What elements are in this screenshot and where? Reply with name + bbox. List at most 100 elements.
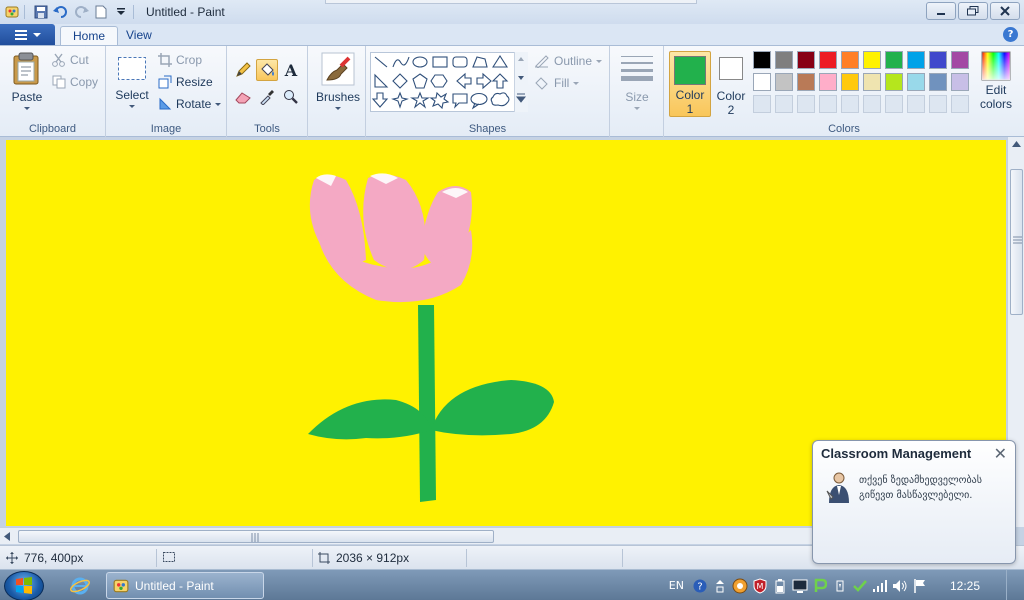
brush-icon <box>321 52 355 86</box>
resize-label: Resize <box>176 75 213 89</box>
color-picker-tool[interactable] <box>256 86 278 108</box>
color2-label: Color <box>716 89 746 103</box>
help-tray-icon[interactable]: ? <box>692 578 708 594</box>
new-document-icon[interactable] <box>93 4 109 20</box>
resize-button[interactable]: Resize <box>158 75 213 89</box>
cursor-position-text: 776, 400px <box>24 551 84 565</box>
tray-expand-icon[interactable] <box>712 578 728 594</box>
fill-dropdown-icon <box>573 81 580 85</box>
palette-swatch[interactable] <box>775 51 793 69</box>
palette-swatch[interactable] <box>951 51 969 69</box>
vertical-scroll-thumb[interactable] <box>1010 169 1023 315</box>
palette-swatch[interactable] <box>753 51 771 69</box>
palette-swatch[interactable] <box>863 73 881 91</box>
palette-custom-slot[interactable] <box>885 95 903 113</box>
cut-button[interactable]: Cut <box>52 53 89 67</box>
selection-size <box>162 551 176 563</box>
palette-custom-slot[interactable] <box>819 95 837 113</box>
palette-swatch[interactable] <box>775 73 793 91</box>
brushes-button[interactable]: Brushes <box>316 52 360 110</box>
clock[interactable]: 12:25 <box>950 579 980 593</box>
palette-custom-slot[interactable] <box>907 95 925 113</box>
palette-custom-slot[interactable] <box>929 95 947 113</box>
volume-icon[interactable] <box>892 578 908 594</box>
palette-custom-slot[interactable] <box>753 95 771 113</box>
palette-swatch[interactable] <box>907 51 925 69</box>
paste-button[interactable]: Paste <box>8 52 46 110</box>
help-icon[interactable]: ? <box>1003 27 1018 42</box>
palette-swatch[interactable] <box>797 51 815 69</box>
start-button[interactable] <box>4 571 44 600</box>
palette-swatch[interactable] <box>819 51 837 69</box>
pencil-tool[interactable] <box>232 59 254 81</box>
select-button[interactable]: Select <box>114 56 150 108</box>
outline-button[interactable]: Outline <box>534 54 603 68</box>
palette-custom-slot[interactable] <box>951 95 969 113</box>
palette-custom-slot[interactable] <box>775 95 793 113</box>
vpn-icon[interactable] <box>812 578 828 594</box>
taskbar-paint-button[interactable]: Untitled - Paint <box>106 572 264 599</box>
shapes-scrollbar[interactable] <box>514 52 528 112</box>
horizontal-scroll-thumb[interactable] <box>18 530 494 543</box>
grip-icon <box>1013 236 1022 244</box>
text-tool[interactable]: A <box>280 59 302 81</box>
taskbar-ie-button[interactable] <box>62 572 98 599</box>
show-desktop-button[interactable] <box>1006 570 1018 600</box>
color2-button[interactable]: Color 2 <box>714 51 748 117</box>
fill-button[interactable]: Fill <box>534 76 580 90</box>
edit-colors-button[interactable]: Edit colors <box>974 51 1018 111</box>
display-icon[interactable] <box>792 578 808 594</box>
fill-tool[interactable] <box>256 59 278 81</box>
paint-menu-button[interactable] <box>0 24 55 46</box>
network-signal-icon[interactable] <box>872 578 888 594</box>
classroom-notification[interactable]: Classroom Management ✕ თქვენ ზედამხედველ… <box>812 440 1016 564</box>
power-icon[interactable] <box>832 578 848 594</box>
ribbon: Paste Cut Copy Clipboard Select Crop Res… <box>0 45 1024 137</box>
color1-button[interactable]: Color 1 <box>669 51 711 117</box>
size-button[interactable]: Size <box>618 54 656 110</box>
palette-swatch[interactable] <box>819 73 837 91</box>
palette-custom-slot[interactable] <box>797 95 815 113</box>
palette-swatch[interactable] <box>841 51 859 69</box>
tab-view[interactable]: View <box>114 26 164 46</box>
palette-swatch[interactable] <box>797 73 815 91</box>
undo-icon[interactable] <box>53 4 69 20</box>
eraser-tool[interactable] <box>232 86 254 108</box>
action-center-flag-icon[interactable] <box>912 578 928 594</box>
palette-custom-slot[interactable] <box>863 95 881 113</box>
classroom-tray-icon[interactable] <box>732 578 748 594</box>
paint-app-icon[interactable] <box>4 4 20 20</box>
magnifier-tool[interactable] <box>280 86 302 108</box>
notification-close-icon[interactable]: ✕ <box>994 444 1007 463</box>
palette-swatch[interactable] <box>951 73 969 91</box>
restore-button[interactable] <box>958 2 988 20</box>
palette-swatch[interactable] <box>863 51 881 69</box>
palette-swatch[interactable] <box>907 73 925 91</box>
tulip-petal-middle <box>363 174 426 270</box>
sync-icon[interactable] <box>852 578 868 594</box>
resize-icon <box>158 75 172 89</box>
palette-swatch[interactable] <box>929 73 947 91</box>
minimize-button[interactable] <box>926 2 956 20</box>
palette-swatch[interactable] <box>885 51 903 69</box>
palette-custom-slot[interactable] <box>841 95 859 113</box>
redo-icon[interactable] <box>73 4 89 20</box>
palette-swatch[interactable] <box>929 51 947 69</box>
palette-swatch[interactable] <box>841 73 859 91</box>
close-button[interactable] <box>990 2 1020 20</box>
save-icon[interactable] <box>33 4 49 20</box>
shapes-gallery[interactable] <box>370 52 528 112</box>
title-bar: Untitled - Paint <box>0 0 1024 24</box>
palette-swatch[interactable] <box>753 73 771 91</box>
crop-button[interactable]: Crop <box>158 53 202 67</box>
colors-group: Color 1 Color 2 Edit colors Colors <box>664 46 1024 137</box>
language-indicator[interactable]: EN <box>669 579 684 592</box>
customize-toolbar-icon[interactable] <box>113 4 129 20</box>
antivirus-icon[interactable]: M <box>752 577 768 594</box>
tab-home[interactable]: Home <box>60 26 119 46</box>
copy-button[interactable]: Copy <box>52 75 98 89</box>
rotate-button[interactable]: Rotate <box>158 97 222 111</box>
palette-swatch[interactable] <box>885 73 903 91</box>
cut-label: Cut <box>70 53 89 67</box>
battery-icon[interactable] <box>772 578 788 594</box>
